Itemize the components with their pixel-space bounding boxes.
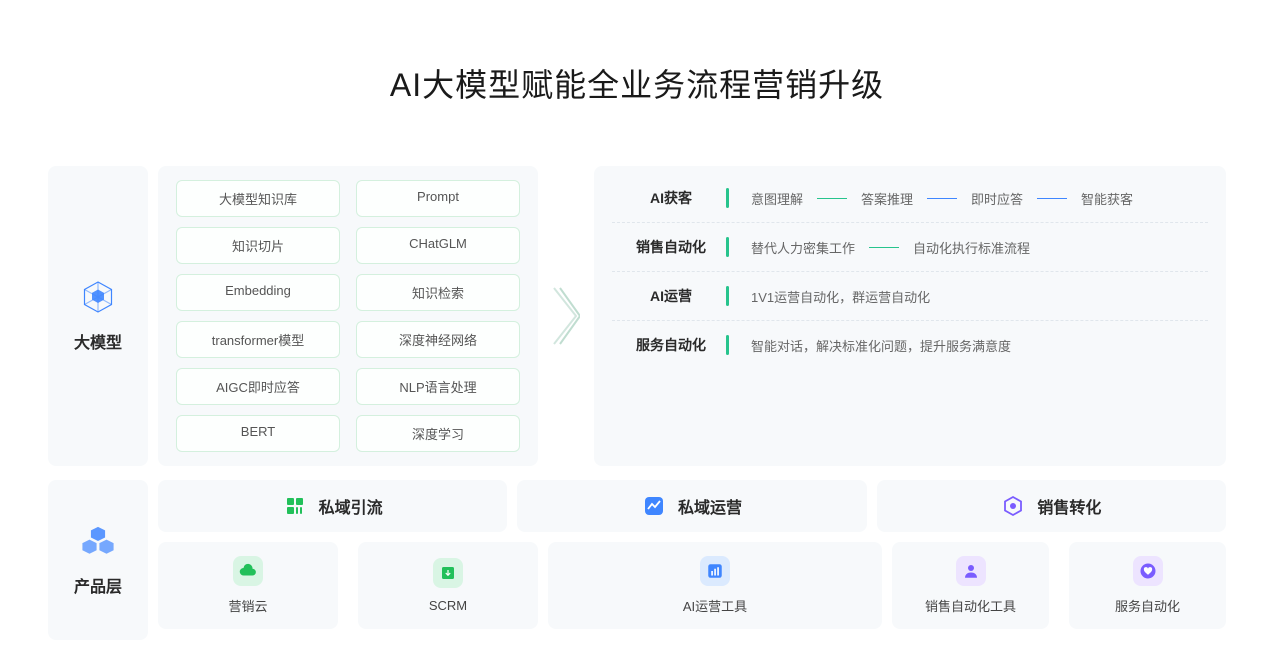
capability-body: 意图理解 答案推理 即时应答 智能获客 bbox=[751, 189, 1204, 208]
category-icon bbox=[1001, 494, 1025, 518]
product-card: 销售自动化工具 bbox=[892, 542, 1049, 629]
category-icon bbox=[283, 494, 307, 518]
cube-icon bbox=[80, 279, 116, 315]
product-card: 营销云 bbox=[158, 542, 338, 629]
tech-tag: transformer模型 bbox=[176, 321, 340, 358]
tech-tag: 知识检索 bbox=[356, 274, 520, 311]
category-panel: 私域引流 bbox=[158, 480, 507, 532]
heart-icon bbox=[1133, 556, 1163, 586]
category-title: 私域引流 bbox=[319, 494, 383, 518]
tech-tag: BERT bbox=[176, 415, 340, 452]
capability-item: 1V1运营自动化，群运营自动化 bbox=[751, 287, 930, 306]
capability-item: 替代人力密集工作 bbox=[751, 238, 855, 257]
vertical-divider-icon bbox=[726, 335, 729, 355]
tech-tag: 深度神经网络 bbox=[356, 321, 520, 358]
capability-title: AI运营 bbox=[616, 286, 726, 306]
product-label: SCRM bbox=[429, 598, 467, 613]
capability-row: AI获客 意图理解 答案推理 即时应答 智能获客 bbox=[612, 174, 1208, 223]
tech-tag: Prompt bbox=[356, 180, 520, 217]
product-group: AI运营工具 bbox=[548, 542, 882, 629]
arrow-icon bbox=[548, 166, 584, 466]
boxes-icon bbox=[80, 523, 116, 559]
tech-tags-panel: 大模型知识库 Prompt 知识切片 CHatGLM Embedding 知识检索 tran… bbox=[158, 166, 538, 466]
capability-item: 智能对话，解决标准化问题，提升服务满意度 bbox=[751, 336, 1011, 355]
capability-title: 服务自动化 bbox=[616, 335, 726, 355]
product-label: 营销云 bbox=[228, 596, 267, 615]
category-icon bbox=[642, 494, 666, 518]
category-panel: 私域运营 bbox=[517, 480, 866, 532]
connector-line-icon bbox=[927, 198, 957, 199]
capability-row: 服务自动化 智能对话，解决标准化问题，提升服务满意度 bbox=[612, 321, 1208, 369]
sidebar-model: 大模型 bbox=[48, 166, 148, 466]
connector-line-icon bbox=[869, 247, 899, 248]
tech-tag: 深度学习 bbox=[356, 415, 520, 452]
capability-row: 销售自动化 替代人力密集工作 自动化执行标准流程 bbox=[612, 223, 1208, 272]
capability-title: AI获客 bbox=[616, 188, 726, 208]
capability-body: 1V1运营自动化，群运营自动化 bbox=[751, 287, 1204, 306]
product-group: 营销云 SCRM bbox=[158, 542, 538, 629]
product-label: AI运营工具 bbox=[683, 596, 747, 615]
tech-tag: NLP语言处理 bbox=[356, 368, 520, 405]
product-card: AI运营工具 bbox=[548, 542, 882, 629]
category-panel: 销售转化 bbox=[877, 480, 1226, 532]
download-icon bbox=[433, 558, 463, 588]
capability-item: 智能获客 bbox=[1081, 189, 1133, 208]
product-card: SCRM bbox=[358, 542, 538, 629]
vertical-divider-icon bbox=[726, 237, 729, 257]
connector-line-icon bbox=[1037, 198, 1067, 199]
tech-tag: AIGC即时应答 bbox=[176, 368, 340, 405]
product-card: 服务自动化 bbox=[1069, 542, 1226, 629]
capability-item: 即时应答 bbox=[971, 189, 1023, 208]
connector-line-icon bbox=[817, 198, 847, 199]
capability-item: 自动化执行标准流程 bbox=[913, 238, 1030, 257]
capability-body: 智能对话，解决标准化问题，提升服务满意度 bbox=[751, 336, 1204, 355]
sidebar-product-label: 产品层 bbox=[74, 573, 122, 597]
capability-item: 意图理解 bbox=[751, 189, 803, 208]
capability-item: 答案推理 bbox=[861, 189, 913, 208]
sidebar-model-label: 大模型 bbox=[74, 329, 122, 353]
tech-tag: CHatGLM bbox=[356, 227, 520, 264]
model-row: 大模型 大模型知识库 Prompt 知识切片 CHatGLM Embedding 知识检索… bbox=[48, 166, 1226, 466]
tech-tag: 大模型知识库 bbox=[176, 180, 340, 217]
capabilities-panel: AI获客 意图理解 答案推理 即时应答 智能获客销售自动化 替代人力密集工作 自动化执行标准… bbox=[594, 166, 1226, 466]
category-title: 销售转化 bbox=[1037, 494, 1101, 518]
product-row: 产品层 私域引流 私域运营 销售转化 营销云 SCRM AI运营工具 销售自动化工具 服务自… bbox=[48, 480, 1226, 640]
product-label: 服务自动化 bbox=[1115, 596, 1180, 615]
vertical-divider-icon bbox=[726, 286, 729, 306]
tech-tag: 知识切片 bbox=[176, 227, 340, 264]
tech-tag: Embedding bbox=[176, 274, 340, 311]
capability-body: 替代人力密集工作 自动化执行标准流程 bbox=[751, 238, 1204, 257]
chart-icon bbox=[700, 556, 730, 586]
vertical-divider-icon bbox=[726, 188, 729, 208]
page-title: AI大模型赋能全业务流程营销升级 bbox=[48, 60, 1226, 106]
person-icon bbox=[956, 556, 986, 586]
product-group: 销售自动化工具 服务自动化 bbox=[892, 542, 1226, 629]
capability-row: AI运营 1V1运营自动化，群运营自动化 bbox=[612, 272, 1208, 321]
category-title: 私域运营 bbox=[678, 494, 742, 518]
capability-title: 销售自动化 bbox=[616, 237, 726, 257]
product-label: 销售自动化工具 bbox=[925, 596, 1016, 615]
cloud-icon bbox=[233, 556, 263, 586]
sidebar-product: 产品层 bbox=[48, 480, 148, 640]
